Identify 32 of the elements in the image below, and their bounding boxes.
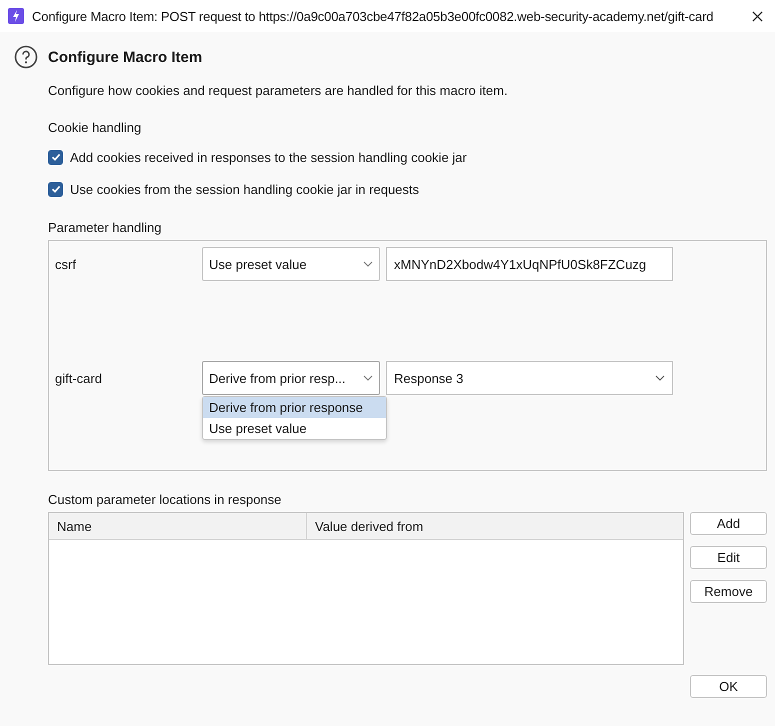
column-header[interactable]: Value derived from: [307, 513, 683, 539]
action-button[interactable]: Edit: [690, 546, 767, 569]
dialog-heading: Configure Macro Item: [48, 48, 202, 66]
lightning-icon: [8, 8, 24, 24]
section-label: Parameter handling: [48, 220, 162, 237]
help-icon[interactable]: [14, 45, 38, 69]
checkmark-icon: [50, 183, 62, 195]
checkbox[interactable]: [48, 150, 63, 164]
section-label: Custom parameter locations in response: [48, 492, 282, 509]
parameter-name: csrf: [55, 256, 77, 272]
checkmark-icon: [50, 151, 62, 163]
chevron-down-icon: [363, 375, 373, 381]
checkbox-label: Add cookies received in responses to the session handling cookie jar: [70, 150, 467, 164]
parameter-name: gift-card: [55, 370, 103, 386]
section-label: Cookie handling: [48, 120, 142, 137]
action-button[interactable]: Add: [690, 512, 767, 535]
checkbox-label: Use cookies from the session handling cookie jar in requests: [70, 182, 420, 196]
column-header[interactable]: Name: [49, 513, 307, 539]
mode-dropdown[interactable]: Use preset value: [202, 247, 380, 281]
description-text: Configure how cookies and request parameters are handled for this macro item.: [48, 83, 509, 100]
response-dropdown[interactable]: Response 3: [386, 361, 673, 395]
chevron-down-icon: [655, 375, 665, 381]
menu-option[interactable]: Derive from prior response: [203, 397, 386, 418]
menu-option[interactable]: Use preset value: [203, 418, 386, 439]
checkbox[interactable]: [48, 182, 63, 196]
mode-dropdown[interactable]: Derive from prior resp...: [202, 361, 380, 395]
window-title: Configure Macro Item: POST request to https://0a9c00a703cbe47f82a05b3e00fc0082.web-security-academy.net/gift-card: [32, 8, 714, 24]
ok-button[interactable]: OK: [690, 675, 767, 698]
value-field[interactable]: xMNYnD2Xbodw4Y1xUqNPfU0Sk8FZCuzg: [386, 247, 673, 281]
close-icon[interactable]: [752, 10, 763, 22]
chevron-down-icon: [363, 261, 373, 267]
action-button[interactable]: Remove: [690, 580, 767, 603]
